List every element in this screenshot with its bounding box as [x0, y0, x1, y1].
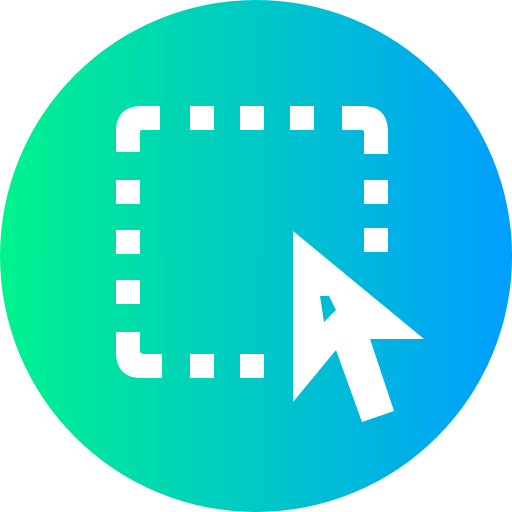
icon-svg	[0, 0, 512, 512]
dash-bottom-2	[240, 354, 264, 378]
background-circle	[0, 0, 512, 512]
dash-right-2	[364, 228, 388, 252]
select-area-cursor-icon	[0, 0, 512, 512]
dash-top-2	[240, 106, 264, 130]
dash-bottom-1	[190, 354, 214, 378]
dash-top-3	[290, 106, 314, 130]
dash-right-1	[364, 180, 388, 204]
dash-left-1	[116, 180, 140, 204]
dash-left-2	[116, 230, 140, 254]
dash-top-1	[190, 106, 214, 130]
dash-left-3	[116, 280, 140, 304]
